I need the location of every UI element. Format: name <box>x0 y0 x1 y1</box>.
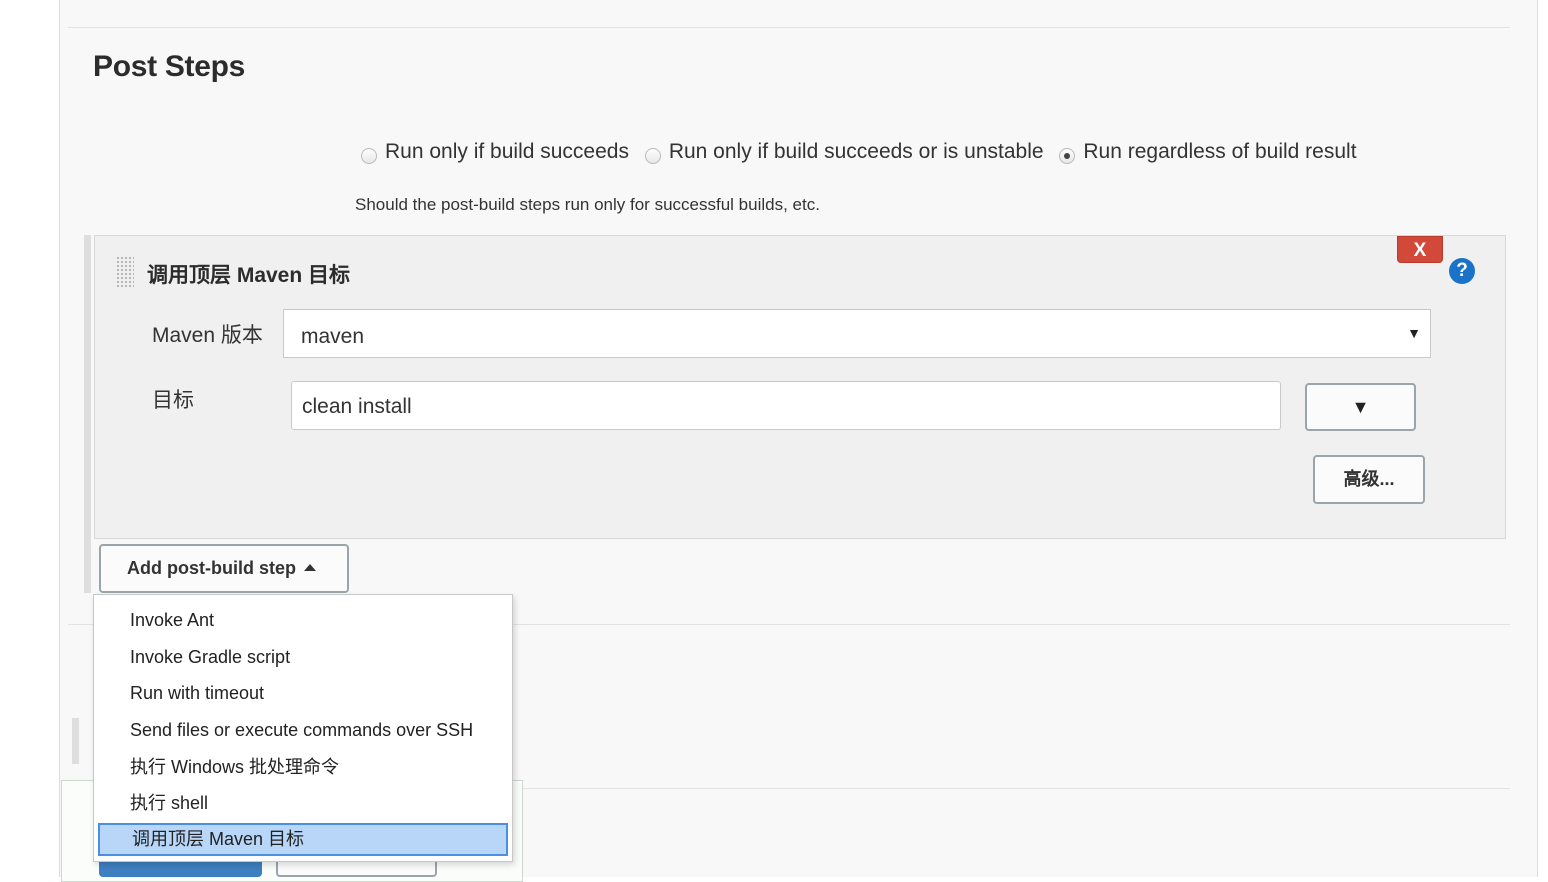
chevron-down-icon: ▼ <box>1407 325 1421 341</box>
run-condition-help: Should the post-build steps run only for… <box>355 195 820 214</box>
advanced-button[interactable]: 高级... <box>1313 455 1425 504</box>
goals-input[interactable]: clean install <box>291 381 1281 430</box>
expand-icon: ▼ <box>1351 397 1370 417</box>
help-icon[interactable]: ? <box>1449 258 1475 284</box>
menu-item-invoke-gradle[interactable]: Invoke Gradle script <box>94 639 512 676</box>
goals-label: 目标 <box>152 389 194 412</box>
divider <box>513 788 1510 789</box>
step-title: 调用顶层 Maven 目标 <box>147 264 351 287</box>
expand-textarea-button[interactable]: ▼ <box>1305 383 1416 431</box>
radio-run-if-success[interactable]: Run only if build succeeds <box>361 140 629 164</box>
maven-version-select[interactable]: maven ▼ <box>283 309 1431 358</box>
radio-run-if-success-or-unstable[interactable]: Run only if build succeeds or is unstabl… <box>644 140 1044 164</box>
menu-item-shell[interactable]: 执行 shell <box>94 785 512 822</box>
delete-step-button[interactable]: X <box>1397 236 1443 263</box>
divider <box>68 27 1510 28</box>
maven-version-label: Maven 版本 <box>152 324 263 347</box>
menu-item-windows-batch[interactable]: 执行 Windows 批处理命令 <box>94 749 512 786</box>
radio-button-checked[interactable] <box>1059 148 1076 164</box>
step-left-bar <box>84 235 91 593</box>
step-left-bar <box>72 718 79 764</box>
radio-button[interactable] <box>644 148 661 164</box>
section-title: Post Steps <box>93 50 246 83</box>
radio-button[interactable] <box>361 148 377 164</box>
run-condition-group: Run only if build succeeds Run only if b… <box>361 140 1367 164</box>
post-build-step-menu: Invoke Ant Invoke Gradle script Run with… <box>93 594 513 862</box>
menu-item-invoke-ant[interactable]: Invoke Ant <box>94 602 512 639</box>
radio-label: Run only if build succeeds or is unstabl… <box>668 140 1044 163</box>
menu-item-maven[interactable]: 调用顶层 Maven 目标 <box>98 823 508 857</box>
add-step-label: Add post-build step <box>127 558 296 578</box>
radio-run-regardless[interactable]: Run regardless of build result <box>1059 140 1357 164</box>
select-value: maven <box>301 325 365 348</box>
radio-label: Run only if build succeeds <box>385 140 629 163</box>
caret-up-icon <box>303 564 316 571</box>
radio-label: Run regardless of build result <box>1083 140 1357 163</box>
drag-handle-icon[interactable] <box>116 256 134 288</box>
menu-item-ssh[interactable]: Send files or execute commands over SSH <box>94 712 512 749</box>
add-post-build-step-button[interactable]: Add post-build step <box>99 544 349 593</box>
menu-item-run-with-timeout[interactable]: Run with timeout <box>94 675 512 712</box>
